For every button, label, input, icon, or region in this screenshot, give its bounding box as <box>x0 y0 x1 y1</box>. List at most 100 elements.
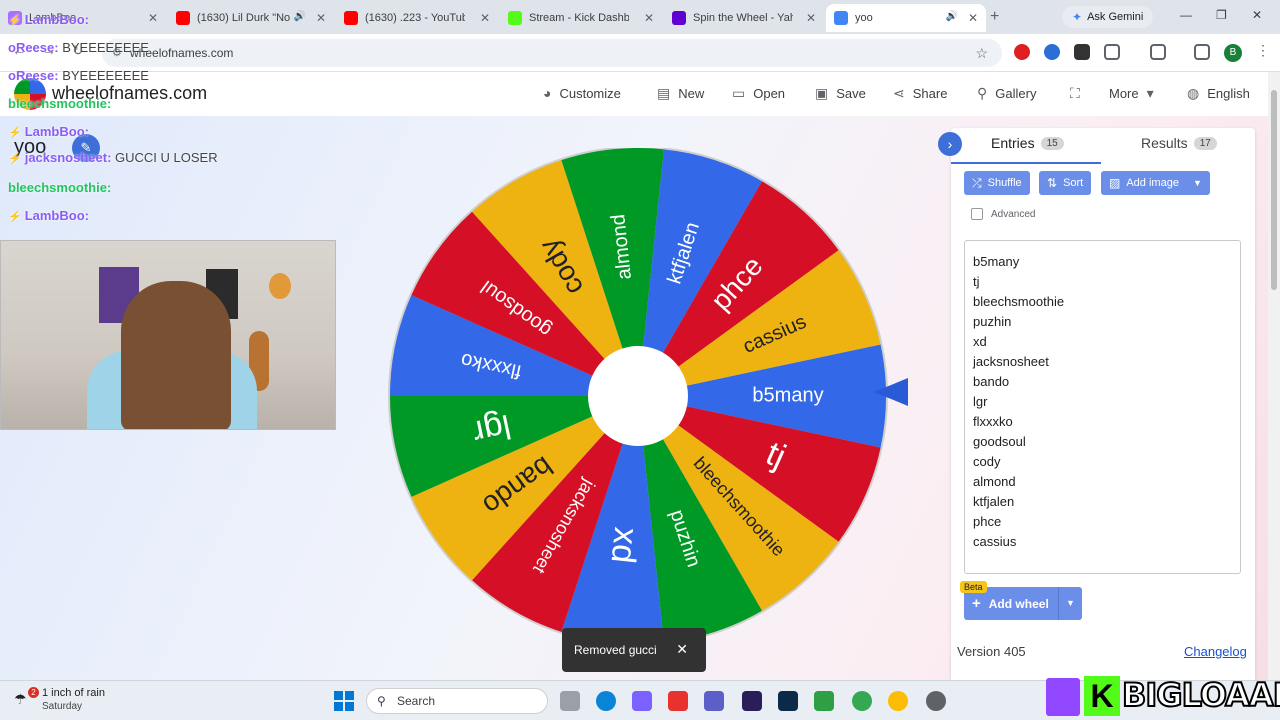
task-view-icon[interactable] <box>560 691 580 711</box>
entry-line[interactable]: cody <box>973 452 1232 472</box>
maximize-button[interactable]: ❐ <box>1216 8 1227 22</box>
browser-tab[interactable]: (1630) .223 - YouTube ✕ <box>336 4 498 32</box>
browser-tab[interactable]: Stream - Kick Dashboa ✕ <box>500 4 662 32</box>
menu-customize[interactable]: ◕ Customize <box>543 85 621 101</box>
obs-icon[interactable] <box>926 691 946 711</box>
menu-label: Gallery <box>995 86 1037 101</box>
entry-line[interactable]: ktfjalen <box>973 492 1232 512</box>
new-tab-button[interactable]: + <box>990 8 999 26</box>
entry-line[interactable]: puzhin <box>973 312 1232 332</box>
entry-line[interactable]: bando <box>973 372 1232 392</box>
entries-textarea[interactable]: b5many tj bleechsmoothie puzhin xd jacksnoshe… <box>964 240 1241 574</box>
entry-line[interactable]: xd <box>973 332 1232 352</box>
menu-more[interactable]: More ▾ <box>1109 85 1162 102</box>
entry-line[interactable]: goodsoul <box>973 432 1232 452</box>
bookmark-star-icon[interactable]: ☆ <box>975 39 988 67</box>
edge-icon[interactable] <box>596 691 616 711</box>
extension-icon[interactable] <box>1074 44 1090 60</box>
extension-icon[interactable] <box>1044 44 1060 60</box>
entries-count-badge: 15 <box>1040 136 1064 150</box>
chat-colon: : <box>54 40 63 55</box>
reading-list-icon[interactable] <box>1194 44 1210 60</box>
speaker-icon[interactable]: 🔊 <box>946 11 958 22</box>
entry-line[interactable]: bleechsmoothie <box>973 292 1232 312</box>
sort-button[interactable]: ⇅ Sort <box>1039 171 1092 195</box>
app-icon[interactable] <box>814 691 834 711</box>
entries-tab-label: Entries <box>991 135 1035 151</box>
chat-message: ⚡ LambBoo: <box>8 12 89 27</box>
sort-label: Sort <box>1063 177 1084 189</box>
close-tab-icon[interactable]: ✕ <box>480 11 490 25</box>
entry-line[interactable]: tj <box>973 272 1232 292</box>
tab-results[interactable]: Results 17 <box>1141 135 1217 151</box>
menu-gallery[interactable]: ⚲ Gallery <box>977 85 1036 102</box>
changelog-link[interactable]: Changelog <box>1184 644 1247 659</box>
minimize-button[interactable]: — <box>1180 8 1192 22</box>
extensions-puzzle-icon[interactable] <box>1104 44 1120 60</box>
menu-fullscreen[interactable]: ⛶ <box>1070 85 1088 102</box>
chrome-icon[interactable] <box>888 691 908 711</box>
app-icon[interactable] <box>668 691 688 711</box>
close-tab-icon[interactable]: ✕ <box>806 11 816 25</box>
copilot-icon[interactable] <box>632 691 652 711</box>
add-wheel-dropdown[interactable]: ▼ <box>1058 587 1082 620</box>
photoshop-icon[interactable] <box>778 691 798 711</box>
tab-favicon-icon <box>672 11 686 25</box>
browser-tab[interactable]: (1630) Lil Durk "No 🔊 ✕ <box>168 4 334 32</box>
premiere-icon[interactable] <box>742 691 762 711</box>
advanced-checkbox-row[interactable]: Advanced <box>971 208 1035 220</box>
close-window-button[interactable]: ✕ <box>1252 8 1262 22</box>
add-image-button[interactable]: ▨ Add image ▼ <box>1101 171 1210 195</box>
close-tab-icon[interactable]: ✕ <box>644 11 654 25</box>
browser-menu-icon[interactable]: ⋮ <box>1256 42 1270 59</box>
browser-tab[interactable]: Spin the Wheel - Yahoo ✕ <box>664 4 824 32</box>
entry-line[interactable]: flxxxko <box>973 412 1232 432</box>
menu-save[interactable]: ▣ Save <box>815 85 866 102</box>
close-toast-icon[interactable]: ✕ <box>676 641 688 658</box>
close-tab-icon[interactable]: ✕ <box>968 11 978 25</box>
tab-entries[interactable]: Entries 15 <box>991 135 1064 151</box>
file-icon: ▤ <box>657 85 671 101</box>
url-field[interactable]: ⚙ wheelofnames.com ☆ <box>102 39 1002 67</box>
entry-line[interactable]: jacksnosheet <box>973 352 1232 372</box>
speaker-icon[interactable]: 🔊 <box>294 11 306 22</box>
profile-avatar[interactable]: B <box>1224 44 1242 62</box>
shuffle-icon: ⤮ <box>972 175 982 190</box>
chat-colon: : <box>54 68 63 83</box>
wheel-center-hub[interactable] <box>588 346 688 446</box>
chevron-down-icon[interactable]: ▼ <box>1193 178 1202 188</box>
entry-line[interactable]: almond <box>973 472 1232 492</box>
wheel-container[interactable]: b5many tj bleechsmoothie puzhin xd jacksnoshe… <box>380 148 900 648</box>
menu-share[interactable]: ⋖ Share <box>893 85 947 102</box>
page-scrollbar[interactable] <box>1268 72 1280 680</box>
cast-icon[interactable] <box>1150 44 1166 60</box>
scrollbar-thumb[interactable] <box>1271 90 1277 290</box>
chrome-icon[interactable] <box>852 691 872 711</box>
weather-line-2: Saturday <box>42 701 83 712</box>
shuffle-button[interactable]: ⤮ Shuffle <box>964 171 1030 195</box>
entry-line[interactable]: lgr <box>973 392 1232 412</box>
entry-line[interactable]: b5many <box>973 252 1232 272</box>
close-tab-icon[interactable]: ✕ <box>148 11 158 25</box>
entry-line[interactable]: cassius <box>973 532 1232 552</box>
menu-english[interactable]: ◍ English <box>1187 85 1250 102</box>
wheel-pointer-icon <box>874 378 908 406</box>
extension-icon[interactable] <box>1014 44 1030 60</box>
taskbar-search[interactable]: ⚲ Search <box>366 688 548 714</box>
ask-gemini-button[interactable]: ✦ Ask Gemini <box>1062 6 1154 28</box>
menu-new[interactable]: ▤ New <box>657 85 704 102</box>
spinning-wheel[interactable]: b5manytjbleechsmoothiepuzhinxdjacksnoshe… <box>380 148 900 648</box>
browser-tab[interactable]: yoo 🔊 ✕ <box>826 4 986 32</box>
menu-open[interactable]: ▭ Open <box>732 85 785 102</box>
folder-icon: ▭ <box>732 85 746 101</box>
weather-widget[interactable]: ☂ 2 1 inch of rain Saturday <box>14 687 105 712</box>
close-tab-icon[interactable]: ✕ <box>316 11 326 25</box>
start-button[interactable] <box>334 691 354 711</box>
tab-favicon-icon <box>834 11 848 25</box>
active-tab-indicator <box>951 162 1101 164</box>
entry-line[interactable]: phce <box>973 512 1232 532</box>
advanced-checkbox[interactable] <box>971 208 983 220</box>
teams-icon[interactable] <box>704 691 724 711</box>
collapse-panel-button[interactable]: › <box>938 132 962 156</box>
tab-favicon-icon <box>508 11 522 25</box>
